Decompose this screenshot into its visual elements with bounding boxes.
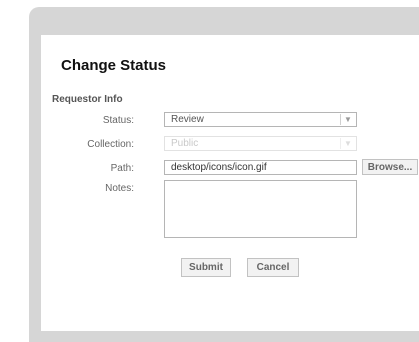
dialog-title: Change Status (61, 57, 167, 74)
cancel-button[interactable]: Cancel (247, 258, 299, 277)
collection-select-value: Public (171, 138, 199, 149)
path-label: Path: (110, 163, 134, 174)
collection-label: Collection: (87, 139, 134, 150)
chevron-down-icon[interactable]: ▼ (340, 114, 355, 125)
section-label-requestor-info: Requestor Info (52, 94, 123, 105)
status-select-value: Review (171, 114, 204, 125)
path-input[interactable] (164, 160, 357, 175)
collection-select: Public ▼ (164, 136, 357, 151)
notes-label: Notes: (105, 183, 134, 194)
status-label: Status: (102, 115, 134, 126)
chevron-down-icon: ▼ (340, 138, 355, 149)
notes-textarea[interactable] (164, 180, 357, 238)
browse-button[interactable]: Browse... (362, 159, 418, 175)
submit-button[interactable]: Submit (181, 258, 231, 277)
status-select[interactable]: Review ▼ (164, 112, 357, 127)
